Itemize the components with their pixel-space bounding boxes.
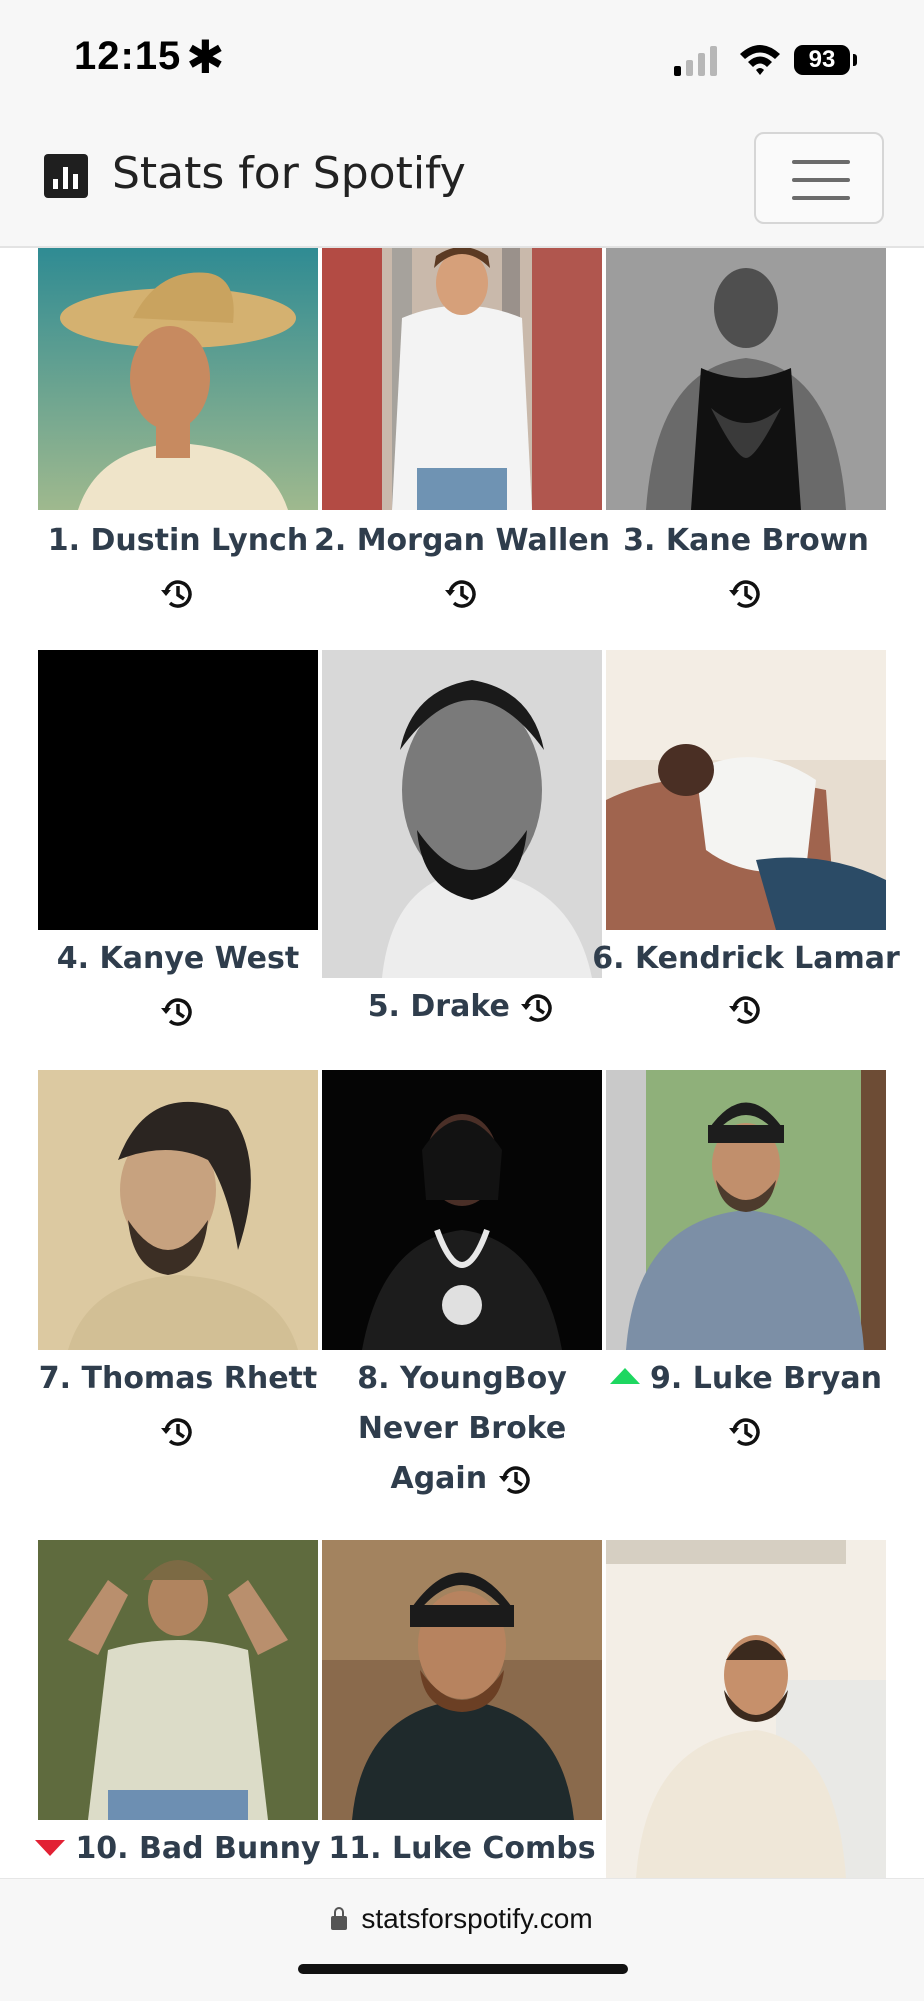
history-icon[interactable] — [160, 576, 196, 612]
history-icon[interactable] — [728, 1414, 764, 1450]
history-row — [22, 1406, 334, 1456]
history-icon[interactable] — [160, 994, 196, 1030]
history-row — [22, 986, 334, 1036]
artist-photo[interactable] — [606, 650, 886, 930]
top-artists-grid: 1. Dustin Lynch 2. Morgan Wallen 3. Kane… — [0, 248, 924, 1878]
artist-name[interactable]: 8. YoungBoy Never Broke Again — [306, 1354, 618, 1504]
artist-photo[interactable] — [38, 650, 318, 930]
rank-down-icon — [35, 1839, 66, 1856]
artist-photo[interactable] — [38, 248, 318, 510]
history-icon[interactable] — [444, 576, 480, 612]
artist-name-text[interactable]: 5. Drake — [368, 989, 510, 1024]
history-row — [590, 1406, 902, 1456]
rank-up-icon — [610, 1367, 641, 1384]
asterisk-icon: ✱ — [186, 30, 225, 84]
artist-name[interactable]: 2. Morgan Wallen — [306, 516, 618, 566]
bar-chart-icon — [44, 154, 88, 198]
artist-name[interactable]: 1. Dustin Lynch — [22, 516, 334, 566]
artist-name[interactable]: 7. Thomas Rhett — [22, 1354, 334, 1404]
artist-name[interactable]: 5. Drake — [306, 982, 618, 1032]
navbar: Stats for Spotify — [0, 120, 924, 248]
history-icon[interactable] — [498, 1462, 534, 1498]
history-row — [306, 568, 618, 618]
history-row — [22, 568, 334, 618]
browser-url-bar[interactable]: statsforspotify.com — [0, 1878, 924, 2001]
artist-photo[interactable] — [38, 1070, 318, 1350]
status-bar: 12:15 ✱ 93 — [0, 0, 924, 120]
history-row — [590, 568, 902, 618]
history-icon[interactable] — [728, 576, 764, 612]
history-icon[interactable] — [728, 992, 764, 1028]
url-field[interactable]: statsforspotify.com — [0, 1903, 924, 1935]
artist-photo[interactable] — [606, 1070, 886, 1350]
url-domain[interactable]: statsforspotify.com — [361, 1903, 592, 1934]
artist-name[interactable]: 4. Kanye West — [22, 934, 334, 984]
artist-photo[interactable] — [322, 1540, 602, 1820]
artist-name-text[interactable]: 9. Luke Bryan — [650, 1361, 882, 1396]
artist-photo[interactable] — [606, 248, 886, 510]
artist-photo[interactable] — [322, 248, 602, 510]
artist-photo[interactable] — [606, 1540, 886, 1878]
home-indicator[interactable] — [298, 1964, 628, 1974]
history-icon[interactable] — [160, 1414, 196, 1450]
lock-icon — [331, 1907, 348, 1930]
artist-name-text[interactable]: 10. Bad Bunny — [75, 1831, 320, 1866]
wifi-icon — [740, 45, 780, 75]
battery-indicator: 93 — [794, 45, 850, 75]
battery-nub — [853, 54, 857, 66]
artist-name[interactable]: 6. Kendrick Lamar — [590, 934, 902, 1034]
artist-name[interactable]: 9. Luke Bryan — [590, 1354, 902, 1404]
status-time: 12:15 — [74, 34, 182, 78]
artist-photo[interactable] — [322, 650, 602, 978]
cellular-signal-icon — [674, 46, 717, 76]
artist-name-text[interactable]: 6. Kendrick Lamar — [592, 941, 900, 976]
artist-name[interactable]: 10. Bad Bunny — [22, 1824, 334, 1874]
hamburger-menu-button[interactable] — [754, 132, 884, 224]
artist-name[interactable]: 11. Luke Combs — [306, 1824, 618, 1874]
artist-name-text[interactable]: 8. YoungBoy Never Broke Again — [357, 1361, 567, 1496]
artist-photo[interactable] — [38, 1540, 318, 1820]
artist-name[interactable]: 3. Kane Brown — [590, 516, 902, 566]
artist-photo[interactable] — [322, 1070, 602, 1350]
history-icon[interactable] — [520, 990, 556, 1026]
brand-title[interactable]: Stats for Spotify — [112, 148, 466, 199]
